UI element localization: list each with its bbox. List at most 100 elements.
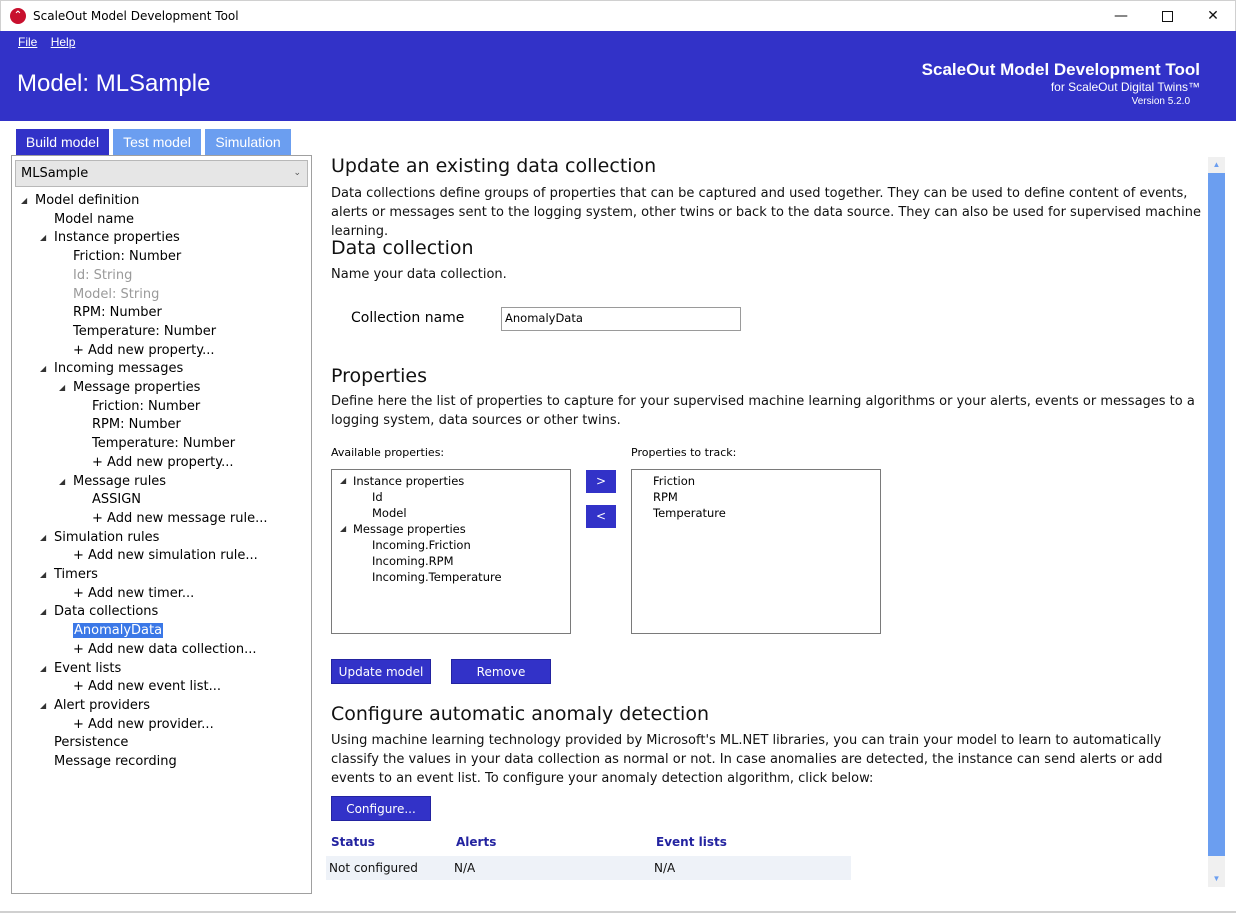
tree-item[interactable]: ◢ Simulation rules	[40, 529, 160, 547]
list-item-label: Instance properties	[353, 474, 465, 488]
list-item-label: Message properties	[353, 522, 466, 536]
scrollbar-thumb[interactable]	[1208, 173, 1225, 856]
add-property-button[interactable]: >	[586, 470, 616, 493]
tree-item-label: AnomalyData	[73, 623, 164, 639]
tree-item-label: Model name	[54, 211, 135, 227]
list-item[interactable]: ◢ Instance properties	[340, 473, 465, 489]
expand-arrow-icon[interactable]: ◢	[59, 379, 65, 397]
tree-item[interactable]: + Add new message rule...	[92, 510, 267, 528]
tab-test-model[interactable]: Test model	[113, 129, 201, 155]
tree-item-label: Friction: Number	[92, 398, 201, 414]
scroll-up-icon[interactable]: ▲	[1208, 157, 1225, 173]
tree-item[interactable]: Message recording	[54, 753, 177, 771]
tree-item[interactable]: + Add new simulation rule...	[73, 547, 258, 565]
tree-item[interactable]: ◢ Incoming messages	[40, 360, 183, 378]
alerts-header: Alerts	[456, 835, 497, 849]
tree-item-label: Temperature: Number	[73, 323, 217, 339]
tree-item-label: Model definition	[35, 193, 140, 208]
tree-item[interactable]: Friction: Number	[92, 398, 200, 416]
tree-item[interactable]: ◢ Data collections	[40, 603, 158, 621]
remove-button[interactable]: Remove	[451, 659, 551, 684]
expand-arrow-icon[interactable]: ◢	[40, 566, 46, 584]
list-item[interactable]: Incoming.Temperature	[372, 569, 502, 585]
tree-item[interactable]: Friction: Number	[73, 248, 181, 266]
tree-item[interactable]: ◢ Alert providers	[40, 697, 151, 715]
expand-arrow-icon[interactable]: ◢	[40, 697, 46, 715]
tree-item[interactable]: + Add new provider...	[73, 716, 214, 734]
update-model-button[interactable]: Update model	[331, 659, 431, 684]
tree-item[interactable]: + Add new event list...	[73, 678, 221, 696]
alerts-cell: N/A	[454, 861, 476, 875]
tree-item-label: Message recording	[54, 754, 177, 769]
list-item[interactable]: ◢ Message properties	[340, 521, 466, 537]
expand-arrow-icon[interactable]: ◢	[59, 473, 65, 491]
menu-bar: File Help	[18, 35, 85, 49]
close-icon[interactable]: ✕	[1190, 1, 1236, 32]
menu-help[interactable]: Help	[51, 35, 76, 49]
tree-item[interactable]: Model name	[54, 211, 134, 229]
tree-item[interactable]: ◢ Timers	[40, 566, 98, 584]
tree-item[interactable]: Model: String	[73, 286, 159, 304]
list-item[interactable]: Id	[372, 489, 383, 505]
tree-item[interactable]: ◢ Event lists	[40, 660, 122, 678]
tree-item[interactable]: Persistence	[54, 734, 128, 752]
tree-item[interactable]: ◢ Message rules	[59, 473, 166, 491]
expand-arrow-icon[interactable]: ◢	[340, 473, 346, 489]
tree-item-label: + Add new provider...	[73, 716, 214, 732]
list-item[interactable]: Incoming.Friction	[372, 537, 471, 553]
tree-item[interactable]: + Add new property...	[73, 342, 215, 360]
tree-item-label: Model: String	[73, 286, 160, 302]
model-tree-panel: MLSample ⌄ ◢ Model definition Model name ◢ I…	[11, 155, 312, 894]
tree-item[interactable]: + Add new data collection...	[73, 641, 257, 659]
expand-arrow-icon[interactable]: ◢	[21, 192, 27, 210]
expand-arrow-icon[interactable]: ◢	[40, 660, 46, 678]
maximize-icon[interactable]	[1144, 1, 1190, 32]
tree-item[interactable]: ◢ Instance properties	[40, 229, 180, 247]
list-item[interactable]: RPM	[653, 489, 678, 505]
tree-item[interactable]: Id: String	[73, 267, 132, 285]
tab-simulation[interactable]: Simulation	[205, 129, 291, 155]
app-logo-icon: ⌃	[10, 8, 26, 24]
menu-file[interactable]: File	[18, 35, 37, 49]
tree-item[interactable]: ◢ Model definition	[21, 192, 140, 210]
tree-item[interactable]: RPM: Number	[73, 304, 162, 322]
tree-item-label: Alert providers	[54, 697, 151, 713]
collection-hint: Name your data collection.	[331, 267, 507, 282]
tree-item-selected[interactable]: AnomalyData	[73, 622, 164, 640]
tree-item[interactable]: + Add new timer...	[73, 585, 194, 603]
page-heading: Update an existing data collection	[331, 155, 657, 177]
tree-item-label: + Add new property...	[73, 342, 215, 358]
tree-item-label: Event lists	[54, 660, 122, 676]
tree-item[interactable]: Temperature: Number	[92, 435, 235, 453]
tracked-properties-label: Properties to track:	[631, 446, 737, 459]
tab-build-model[interactable]: Build model	[16, 129, 109, 155]
tree-item[interactable]: ◢ Message properties	[59, 379, 200, 397]
list-item[interactable]: Incoming.RPM	[372, 553, 454, 569]
tree-item-label: RPM: Number	[92, 417, 181, 433]
collection-name-input[interactable]: AnomalyData	[501, 307, 741, 331]
collection-name-label: Collection name	[351, 310, 465, 326]
tree-item-label: RPM: Number	[73, 305, 162, 321]
list-item[interactable]: Model	[372, 505, 407, 521]
model-select[interactable]: MLSample ⌄	[15, 160, 308, 187]
remove-property-button[interactable]: <	[586, 505, 616, 528]
expand-arrow-icon[interactable]: ◢	[40, 529, 46, 547]
list-item[interactable]: Temperature	[653, 505, 726, 521]
tree-item[interactable]: Temperature: Number	[73, 323, 216, 341]
configure-button[interactable]: Configure...	[331, 796, 431, 821]
tree-item[interactable]: ASSIGN	[92, 491, 141, 509]
event-lists-cell: N/A	[654, 861, 676, 875]
list-item[interactable]: Friction	[653, 473, 695, 489]
tree-item[interactable]: RPM: Number	[92, 416, 181, 434]
minimize-icon[interactable]: —	[1098, 1, 1144, 32]
expand-arrow-icon[interactable]: ◢	[40, 603, 46, 621]
scroll-down-icon[interactable]: ▼	[1208, 871, 1225, 887]
tracked-properties-list[interactable]: Friction RPM Temperature	[631, 469, 881, 634]
tree-item-label: Simulation rules	[54, 529, 160, 545]
expand-arrow-icon[interactable]: ◢	[340, 521, 346, 537]
expand-arrow-icon[interactable]: ◢	[40, 360, 46, 378]
list-item-label: Incoming.Temperature	[372, 570, 502, 584]
available-properties-list[interactable]: ◢ Instance properties Id Model ◢ Message prop…	[331, 469, 571, 634]
tree-item[interactable]: + Add new property...	[92, 454, 234, 472]
expand-arrow-icon[interactable]: ◢	[40, 229, 46, 247]
